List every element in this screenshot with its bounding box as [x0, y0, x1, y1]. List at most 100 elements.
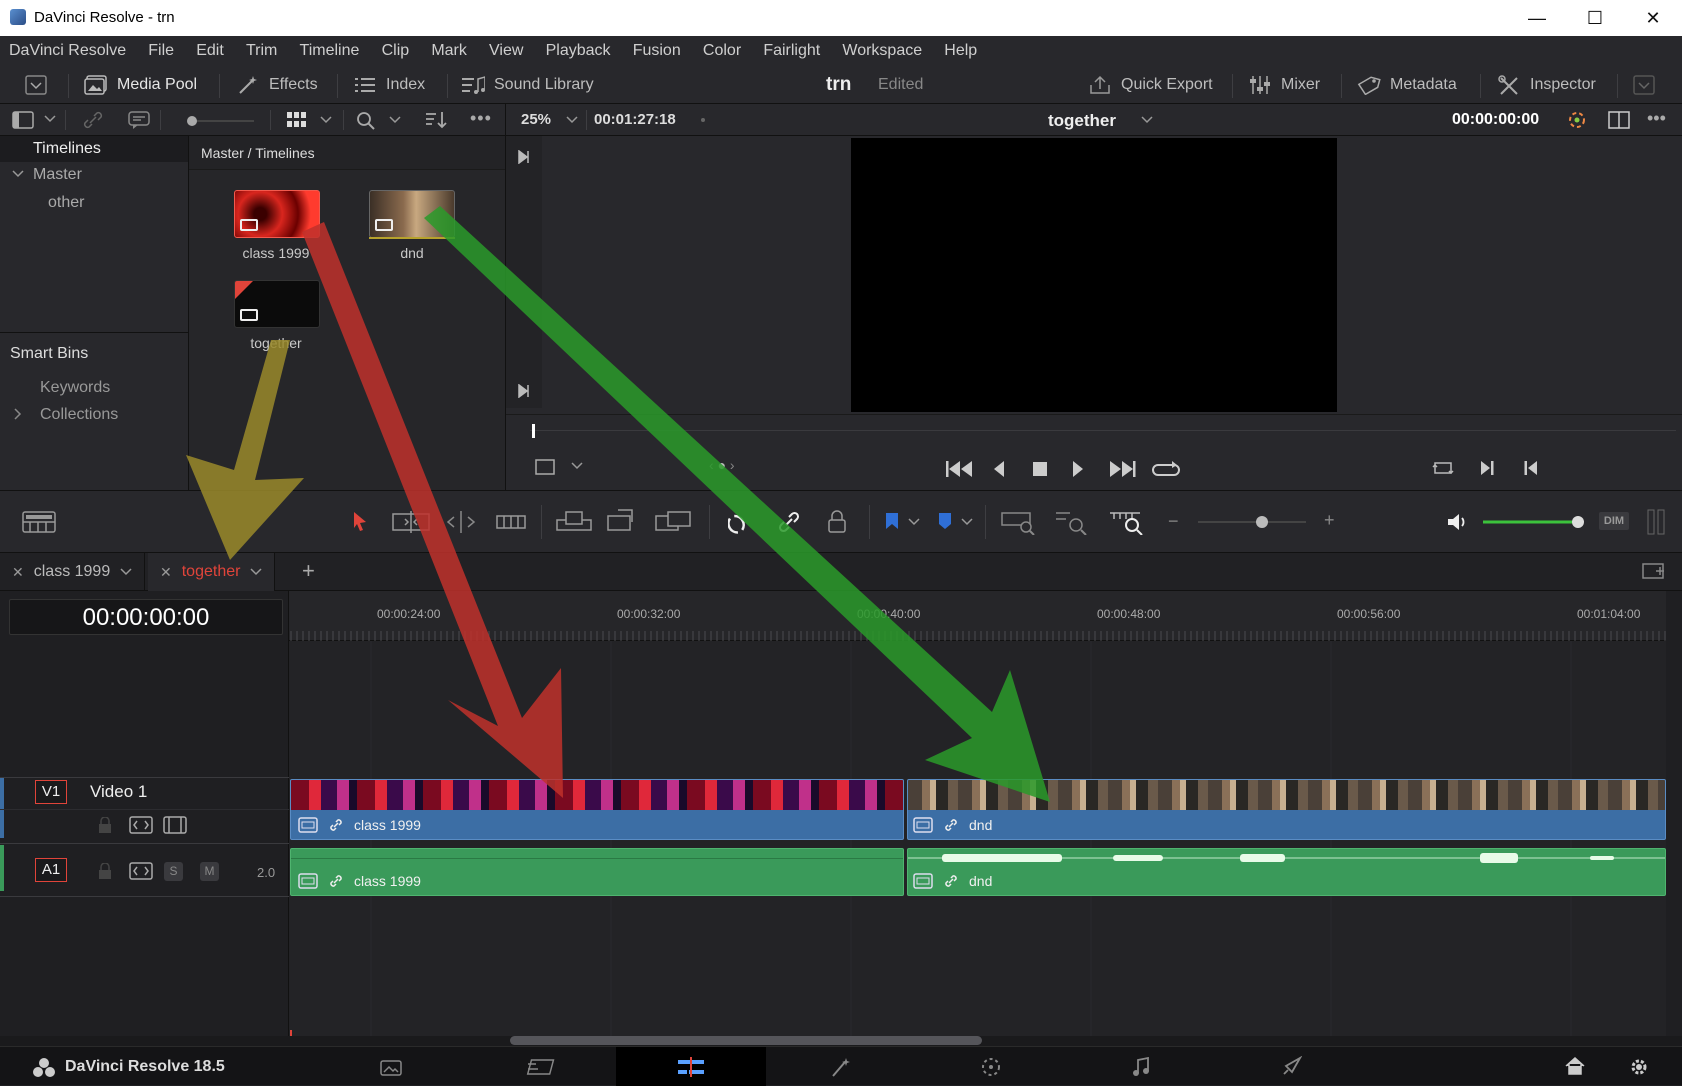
- thumbnail-size-slider[interactable]: [186, 115, 256, 127]
- linked-selection-icon[interactable]: [777, 510, 801, 534]
- menu-file[interactable]: File: [130, 36, 174, 66]
- quick-export-button[interactable]: Quick Export: [1088, 66, 1213, 104]
- scrubber-playhead[interactable]: [532, 424, 535, 438]
- zoom-chevron-down-icon[interactable]: [566, 115, 578, 125]
- menu-timeline[interactable]: Timeline: [282, 36, 360, 66]
- mixer-button[interactable]: Mixer: [1248, 66, 1320, 104]
- search-chevron-down-icon[interactable]: [389, 115, 401, 125]
- page-fairlight[interactable]: [1066, 1047, 1216, 1086]
- viewer-timeline-name[interactable]: together: [1048, 111, 1116, 131]
- home-icon[interactable]: [1564, 1056, 1586, 1076]
- chevron-down-icon[interactable]: [44, 114, 56, 124]
- custom-zoom-icon[interactable]: [1108, 509, 1144, 535]
- go-to-end-icon-bottom[interactable]: [518, 384, 532, 398]
- next-edit-icon[interactable]: [1479, 457, 1495, 479]
- other-bin[interactable]: other: [48, 194, 84, 212]
- sound-library-button[interactable]: Sound Library: [461, 66, 594, 104]
- previous-edit-icon[interactable]: [1523, 457, 1539, 479]
- page-media[interactable]: [316, 1047, 466, 1086]
- match-frame-icon[interactable]: [1431, 457, 1455, 479]
- marker-chevron-icon[interactable]: [961, 517, 973, 527]
- menu-trim[interactable]: Trim: [228, 36, 277, 66]
- menu-davinci-resolve[interactable]: DaVinci Resolve: [0, 36, 126, 66]
- v1-clip-dnd[interactable]: [907, 779, 1666, 840]
- collections-smart-bin[interactable]: Collections: [40, 406, 118, 424]
- view-chevron-down-icon[interactable]: [320, 115, 332, 125]
- menu-edit[interactable]: Edit: [178, 36, 224, 66]
- master-volume-slider[interactable]: [1482, 515, 1586, 529]
- replace-clip-icon[interactable]: [655, 510, 691, 534]
- timeline-name-chevron-icon[interactable]: [1141, 115, 1153, 125]
- pool-clip-dnd[interactable]: [369, 190, 455, 238]
- a1-clip-dnd[interactable]: [907, 848, 1666, 896]
- pool-clip-together[interactable]: [234, 280, 320, 328]
- selection-arrow-icon[interactable]: [351, 510, 369, 532]
- comment-icon[interactable]: [128, 111, 150, 129]
- search-icon[interactable]: [356, 111, 376, 131]
- a1-track-label[interactable]: A1: [35, 858, 67, 882]
- dim-button[interactable]: DIM: [1599, 512, 1629, 530]
- close-window-button[interactable]: ✕: [1624, 0, 1682, 36]
- timeline-ruler[interactable]: 00:00:24:00 00:00:32:00 00:00:40:00 00:0…: [289, 591, 1666, 641]
- tab-overflow-icon[interactable]: [1642, 563, 1666, 581]
- link-icon[interactable]: [82, 111, 104, 129]
- sort-icon[interactable]: [424, 111, 448, 129]
- speaker-volume-icon[interactable]: [1446, 511, 1470, 533]
- index-button[interactable]: Index: [353, 66, 425, 104]
- minimize-button[interactable]: —: [1508, 0, 1566, 36]
- viewer-more-icon[interactable]: •••: [1647, 108, 1666, 129]
- flag-icon[interactable]: [884, 511, 900, 533]
- timeline-zoom-slider[interactable]: [1196, 515, 1308, 529]
- snapping-magnet-icon[interactable]: [728, 510, 752, 534]
- master-chevron-icon[interactable]: [12, 169, 24, 179]
- zoom-out-icon[interactable]: −: [1168, 511, 1179, 532]
- go-to-end-icon[interactable]: [518, 150, 532, 164]
- keywords-smart-bin[interactable]: Keywords: [40, 379, 110, 397]
- a1-solo-button[interactable]: S: [164, 862, 183, 881]
- tab-together[interactable]: ✕ together: [148, 553, 276, 591]
- page-cut[interactable]: [466, 1047, 616, 1086]
- menu-fairlight[interactable]: Fairlight: [745, 36, 820, 66]
- tab-chevron-icon[interactable]: [120, 567, 132, 577]
- scrubber-bar[interactable]: [530, 430, 1676, 431]
- pool-clip-class-1999[interactable]: [234, 190, 320, 238]
- close-tab-icon[interactable]: ✕: [160, 564, 172, 581]
- page-fusion[interactable]: [766, 1047, 916, 1086]
- marker-icon[interactable]: [937, 511, 953, 533]
- settings-gear-icon[interactable]: [1628, 1056, 1650, 1078]
- overwrite-clip-icon[interactable]: [606, 508, 636, 534]
- a1-mute-button[interactable]: M: [200, 862, 219, 881]
- zoom-in-icon[interactable]: +: [1324, 510, 1335, 531]
- toolbar-collapse-button[interactable]: [24, 66, 48, 104]
- tab-class-1999[interactable]: ✕ class 1999: [0, 553, 146, 591]
- toolbar-expand-button[interactable]: [1632, 66, 1656, 104]
- full-extent-zoom-icon[interactable]: [1000, 509, 1036, 535]
- viewer-canvas[interactable]: [851, 138, 1337, 412]
- page-edit-active[interactable]: [616, 1047, 766, 1086]
- master-bin[interactable]: Master: [33, 166, 82, 184]
- metadata-button[interactable]: Metadata: [1357, 66, 1457, 104]
- grid-view-icon[interactable]: [287, 112, 307, 128]
- detail-zoom-icon[interactable]: [1054, 509, 1090, 535]
- viewer-mode-chevron-icon[interactable]: [571, 461, 583, 471]
- menu-clip[interactable]: Clip: [364, 36, 410, 66]
- a1-auto-select-icon[interactable]: [129, 862, 153, 880]
- maximize-button[interactable]: ☐: [1566, 0, 1624, 36]
- menu-help[interactable]: Help: [926, 36, 977, 66]
- viewer-crop-icon[interactable]: [534, 458, 556, 476]
- insert-clip-icon[interactable]: [556, 510, 592, 534]
- media-pool-button[interactable]: Media Pool: [84, 66, 197, 104]
- timelines-bin[interactable]: Timelines: [33, 140, 101, 158]
- timeline-view-options-icon[interactable]: [22, 511, 56, 533]
- tab-chevron-icon[interactable]: [250, 567, 262, 577]
- a1-lock-icon[interactable]: [97, 863, 113, 879]
- flag-chevron-icon[interactable]: [908, 517, 920, 527]
- dynamic-trim-icon[interactable]: [444, 511, 478, 533]
- position-lock-icon[interactable]: [826, 509, 848, 535]
- sidebar-toggle-icon[interactable]: [12, 111, 34, 129]
- v1-auto-select-icon[interactable]: [129, 816, 153, 834]
- jog-control[interactable]: ‹ ● ›: [709, 457, 735, 473]
- menu-fusion[interactable]: Fusion: [615, 36, 681, 66]
- menu-color[interactable]: Color: [685, 36, 741, 66]
- inspector-button[interactable]: Inspector: [1497, 66, 1596, 104]
